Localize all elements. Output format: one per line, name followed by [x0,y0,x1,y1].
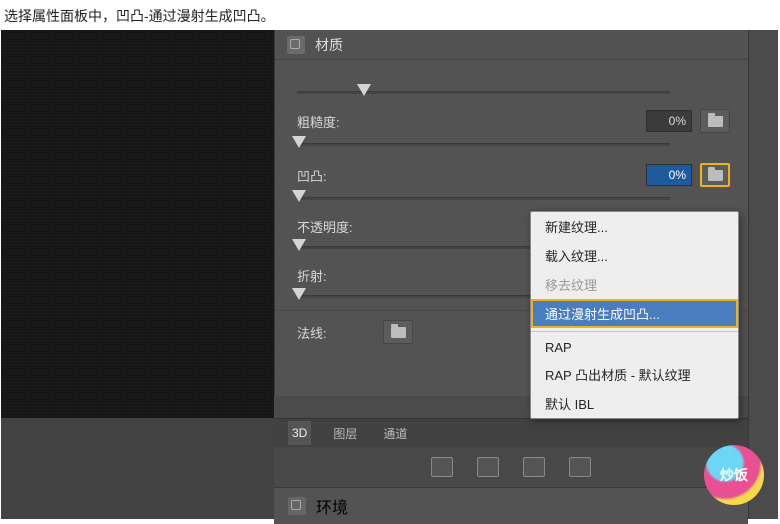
menu-rap[interactable]: RAP [531,335,738,360]
slider-top[interactable] [297,84,730,100]
row-roughness: 粗糙度: [275,106,748,136]
filter-mesh-icon[interactable] [477,457,499,477]
bump-texture-button[interactable] [700,163,730,187]
menu-new-texture[interactable]: 新建纹理... [531,212,738,241]
bump-slider[interactable] [297,190,730,206]
folder-icon [708,116,723,127]
folder-icon [708,170,723,181]
tab-bar: 3D 图层 通道 [274,419,748,447]
watermark-badge: 炒饭 [704,445,764,505]
tab-channels[interactable]: 通道 [379,420,411,447]
roughness-input[interactable] [646,110,692,132]
normal-label: 法线: [297,323,377,342]
bottom-panel: 3D 图层 通道 环境 [274,418,748,524]
filter-material-icon[interactable] [523,457,545,477]
right-toolbar [748,30,778,519]
canvas-area[interactable] [1,30,274,418]
filter-icon-bar [274,447,748,487]
tab-layers[interactable]: 图层 [329,420,361,447]
menu-load-texture[interactable]: 载入纹理... [531,241,738,270]
environment-label: 环境 [316,494,348,518]
filter-light-icon[interactable] [569,457,591,477]
opacity-label: 不透明度: [297,217,377,236]
texture-context-menu: 新建纹理... 载入纹理... 移去纹理 通过漫射生成凹凸... RAP RAP… [530,211,739,419]
tab-3d[interactable]: 3D [288,421,311,445]
menu-default-ibl[interactable]: 默认 IBL [531,389,738,418]
environment-row[interactable]: 环境 [274,487,748,524]
bump-label: 凹凸: [297,166,377,185]
menu-rap-extrude[interactable]: RAP 凸出材质 - 默认纹理 [531,360,738,389]
panel-header: 材质 [275,30,748,60]
environment-icon [288,497,306,515]
panel-title: 材质 [315,35,343,55]
roughness-label: 粗糙度: [297,112,377,131]
roughness-slider[interactable] [297,136,730,152]
menu-generate-bump-from-diffuse[interactable]: 通过漫射生成凹凸... [531,299,738,328]
material-icon [287,36,305,54]
roughness-texture-button[interactable] [700,109,730,133]
filter-scene-icon[interactable] [431,457,453,477]
folder-icon [391,327,406,338]
menu-separator [531,331,738,332]
row-bump: 凹凸: [275,160,748,190]
app-window: 材质 粗糙度: 凹凸: 不透明度: [1,30,778,519]
tutorial-caption: 选择属性面板中，凹凸-通过漫射生成凹凸。 [0,0,780,32]
menu-remove-texture: 移去纹理 [531,270,738,299]
refraction-label: 折射: [297,266,377,285]
normal-texture-button[interactable] [383,320,413,344]
bump-input[interactable] [646,164,692,186]
